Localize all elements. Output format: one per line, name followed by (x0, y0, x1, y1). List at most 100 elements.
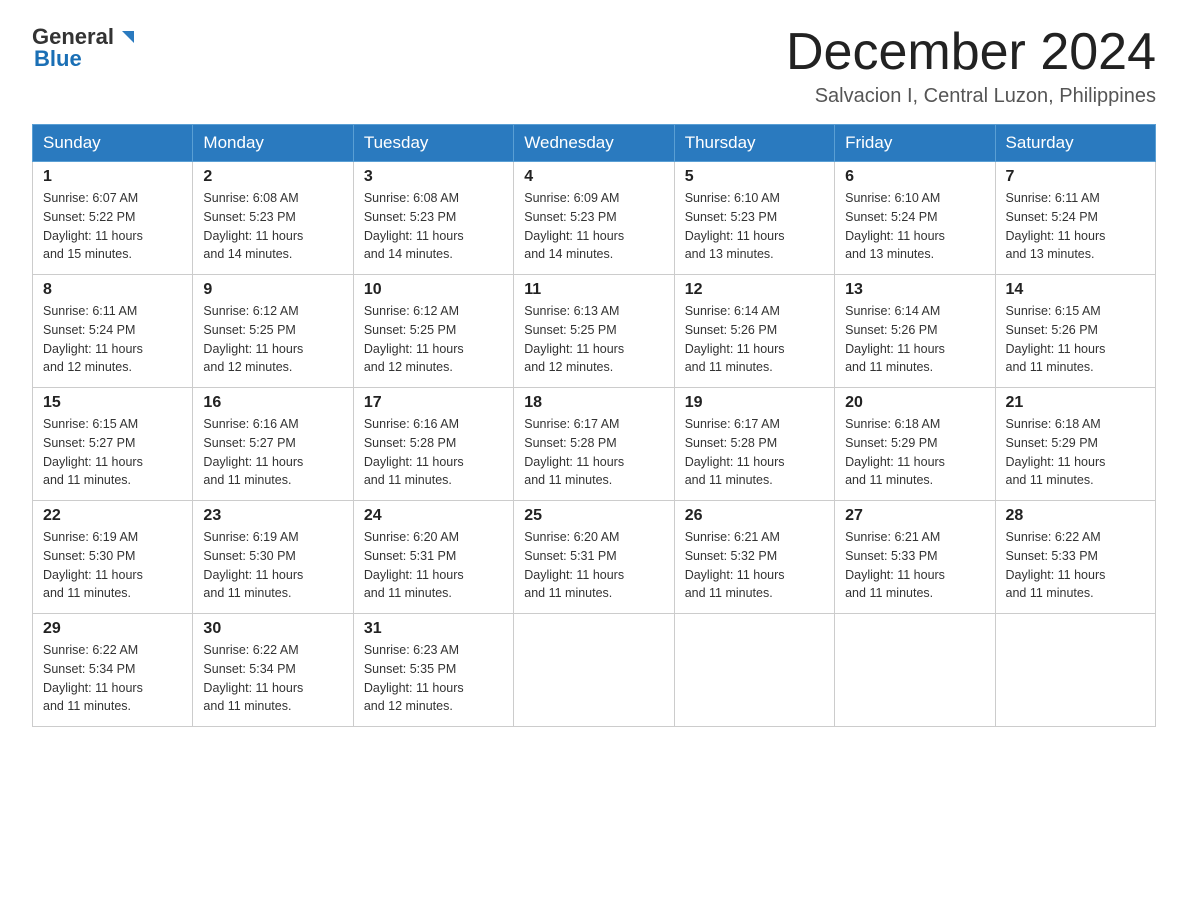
day-number: 8 (43, 281, 182, 299)
calendar-cell: 13 Sunrise: 6:14 AMSunset: 5:26 PMDayligh… (835, 275, 995, 388)
day-info: Sunrise: 6:12 AMSunset: 5:25 PMDaylight:… (203, 302, 342, 377)
calendar-cell: 6Sunrise: 6:10 AMSunset: 5:24 PMDaylight… (835, 162, 995, 275)
day-info: Sunrise: 6:18 AMSunset: 5:29 PMDaylight:… (1006, 415, 1145, 490)
calendar-cell (674, 614, 834, 727)
day-number: 22 (43, 507, 182, 525)
calendar-cell: 4 Sunrise: 6:09 AMSunset: 5:23 PMDaylight… (514, 162, 674, 275)
day-info: Sunrise: 6:16 AMSunset: 5:28 PMDaylight:… (364, 415, 503, 490)
day-info: Sunrise: 6:14 AMSunset: 5:26 PMDaylight:… (685, 302, 824, 377)
day-number: 29 (43, 620, 182, 638)
day-number: 21 (1006, 394, 1145, 412)
day-info: Sunrise: 6:17 AMSunset: 5:28 PMDaylight:… (524, 415, 663, 490)
weekday-header-tuesday: Tuesday (353, 125, 513, 162)
weekday-header-thursday: Thursday (674, 125, 834, 162)
day-number: 24 (364, 507, 503, 525)
calendar-cell: 22 Sunrise: 6:19 AMSunset: 5:30 PMDayligh… (33, 501, 193, 614)
calendar-cell: 31 Sunrise: 6:23 AMSunset: 5:35 PMDayligh… (353, 614, 513, 727)
day-number: 9 (203, 281, 342, 299)
day-info: Sunrise: 6:21 AMSunset: 5:33 PMDaylight:… (845, 528, 984, 603)
day-info: Sunrise: 6:14 AMSunset: 5:26 PMDaylight:… (845, 302, 984, 377)
title-section: December 2024 Salvacion I, Central Luzon… (786, 24, 1156, 108)
day-number: 5 (685, 168, 824, 186)
day-number: 4 (524, 168, 663, 186)
day-info: Sunrise: 6:12 AMSunset: 5:25 PMDaylight:… (364, 302, 503, 377)
week-row-1: 1Sunrise: 6:07 AMSunset: 5:22 PMDaylight… (33, 162, 1156, 275)
calendar-cell: 16 Sunrise: 6:16 AMSunset: 5:27 PMDayligh… (193, 388, 353, 501)
day-info: Sunrise: 6:20 AMSunset: 5:31 PMDaylight:… (364, 528, 503, 603)
day-number: 13 (845, 281, 984, 299)
day-info: Sunrise: 6:07 AMSunset: 5:22 PMDaylight:… (43, 189, 182, 264)
weekday-header-sunday: Sunday (33, 125, 193, 162)
logo-blue-text: Blue (34, 46, 82, 72)
day-number: 10 (364, 281, 503, 299)
calendar-cell: 29 Sunrise: 6:22 AMSunset: 5:34 PMDayligh… (33, 614, 193, 727)
day-info: Sunrise: 6:19 AMSunset: 5:30 PMDaylight:… (43, 528, 182, 603)
day-number: 18 (524, 394, 663, 412)
day-number: 17 (364, 394, 503, 412)
calendar-cell: 21 Sunrise: 6:18 AMSunset: 5:29 PMDayligh… (995, 388, 1155, 501)
calendar-cell: 15Sunrise: 6:15 AMSunset: 5:27 PMDayligh… (33, 388, 193, 501)
location-title: Salvacion I, Central Luzon, Philippines (786, 85, 1156, 108)
calendar-table: SundayMondayTuesdayWednesdayThursdayFrid… (32, 124, 1156, 727)
day-number: 28 (1006, 507, 1145, 525)
calendar-cell: 30 Sunrise: 6:22 AMSunset: 5:34 PMDayligh… (193, 614, 353, 727)
day-info: Sunrise: 6:10 AMSunset: 5:24 PMDaylight:… (845, 189, 984, 264)
day-number: 19 (685, 394, 824, 412)
week-row-4: 22 Sunrise: 6:19 AMSunset: 5:30 PMDayligh… (33, 501, 1156, 614)
day-number: 12 (685, 281, 824, 299)
weekday-header-wednesday: Wednesday (514, 125, 674, 162)
day-number: 16 (203, 394, 342, 412)
calendar-cell: 27Sunrise: 6:21 AMSunset: 5:33 PMDayligh… (835, 501, 995, 614)
day-info: Sunrise: 6:08 AMSunset: 5:23 PMDaylight:… (364, 189, 503, 264)
logo-triangle-icon (116, 27, 138, 49)
calendar-cell: 8 Sunrise: 6:11 AMSunset: 5:24 PMDaylight… (33, 275, 193, 388)
calendar-cell: 19 Sunrise: 6:17 AMSunset: 5:28 PMDayligh… (674, 388, 834, 501)
day-info: Sunrise: 6:15 AMSunset: 5:26 PMDaylight:… (1006, 302, 1145, 377)
calendar-cell: 26Sunrise: 6:21 AMSunset: 5:32 PMDayligh… (674, 501, 834, 614)
calendar-cell (995, 614, 1155, 727)
calendar-cell (514, 614, 674, 727)
calendar-cell: 28Sunrise: 6:22 AMSunset: 5:33 PMDayligh… (995, 501, 1155, 614)
calendar-cell: 5 Sunrise: 6:10 AMSunset: 5:23 PMDaylight… (674, 162, 834, 275)
day-number: 11 (524, 281, 663, 299)
calendar-cell: 1Sunrise: 6:07 AMSunset: 5:22 PMDaylight… (33, 162, 193, 275)
day-number: 31 (364, 620, 503, 638)
day-info: Sunrise: 6:22 AMSunset: 5:34 PMDaylight:… (203, 641, 342, 716)
day-info: Sunrise: 6:21 AMSunset: 5:32 PMDaylight:… (685, 528, 824, 603)
week-row-5: 29 Sunrise: 6:22 AMSunset: 5:34 PMDayligh… (33, 614, 1156, 727)
calendar-cell: 24 Sunrise: 6:20 AMSunset: 5:31 PMDayligh… (353, 501, 513, 614)
week-row-3: 15Sunrise: 6:15 AMSunset: 5:27 PMDayligh… (33, 388, 1156, 501)
logo: General Blue (32, 24, 138, 72)
calendar-cell: 10 Sunrise: 6:12 AMSunset: 5:25 PMDayligh… (353, 275, 513, 388)
calendar-cell: 20Sunrise: 6:18 AMSunset: 5:29 PMDayligh… (835, 388, 995, 501)
day-info: Sunrise: 6:23 AMSunset: 5:35 PMDaylight:… (364, 641, 503, 716)
weekday-header-saturday: Saturday (995, 125, 1155, 162)
weekday-header-row: SundayMondayTuesdayWednesdayThursdayFrid… (33, 125, 1156, 162)
day-info: Sunrise: 6:10 AMSunset: 5:23 PMDaylight:… (685, 189, 824, 264)
day-info: Sunrise: 6:22 AMSunset: 5:34 PMDaylight:… (43, 641, 182, 716)
day-info: Sunrise: 6:08 AMSunset: 5:23 PMDaylight:… (203, 189, 342, 264)
calendar-cell (835, 614, 995, 727)
day-info: Sunrise: 6:09 AMSunset: 5:23 PMDaylight:… (524, 189, 663, 264)
day-number: 30 (203, 620, 342, 638)
day-number: 23 (203, 507, 342, 525)
calendar-cell: 17 Sunrise: 6:16 AMSunset: 5:28 PMDayligh… (353, 388, 513, 501)
weekday-header-friday: Friday (835, 125, 995, 162)
calendar-cell: 12 Sunrise: 6:14 AMSunset: 5:26 PMDayligh… (674, 275, 834, 388)
day-number: 7 (1006, 168, 1145, 186)
day-number: 15 (43, 394, 182, 412)
page-header: General Blue December 2024 Salvacion I, … (32, 24, 1156, 108)
day-info: Sunrise: 6:16 AMSunset: 5:27 PMDaylight:… (203, 415, 342, 490)
day-info: Sunrise: 6:11 AMSunset: 5:24 PMDaylight:… (43, 302, 182, 377)
calendar-cell: 25Sunrise: 6:20 AMSunset: 5:31 PMDayligh… (514, 501, 674, 614)
calendar-cell: 11Sunrise: 6:13 AMSunset: 5:25 PMDayligh… (514, 275, 674, 388)
day-info: Sunrise: 6:17 AMSunset: 5:28 PMDaylight:… (685, 415, 824, 490)
calendar-cell: 9 Sunrise: 6:12 AMSunset: 5:25 PMDaylight… (193, 275, 353, 388)
day-number: 20 (845, 394, 984, 412)
weekday-header-monday: Monday (193, 125, 353, 162)
calendar-cell: 18 Sunrise: 6:17 AMSunset: 5:28 PMDayligh… (514, 388, 674, 501)
calendar-cell: 3Sunrise: 6:08 AMSunset: 5:23 PMDaylight… (353, 162, 513, 275)
calendar-cell: 2Sunrise: 6:08 AMSunset: 5:23 PMDaylight… (193, 162, 353, 275)
day-info: Sunrise: 6:11 AMSunset: 5:24 PMDaylight:… (1006, 189, 1145, 264)
calendar-cell: 14Sunrise: 6:15 AMSunset: 5:26 PMDayligh… (995, 275, 1155, 388)
